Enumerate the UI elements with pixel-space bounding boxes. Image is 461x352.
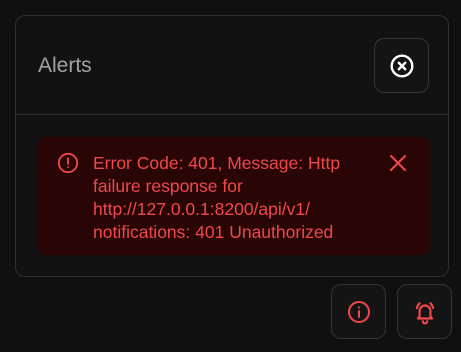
alert-message: Error Code: 401, Message: Http failure r… [93,153,341,242]
x-icon[interactable] [388,153,408,173]
info-icon [347,300,370,323]
error-alert: Error Code: 401, Message: Http failure r… [38,137,429,255]
info-button[interactable] [331,284,386,339]
panel-title: Alerts [38,54,92,77]
notifications-button[interactable] [397,284,452,339]
alert-circle-icon [57,152,79,174]
alerts-panel: Alerts Error Code: 401, Message: Http fa… [15,15,449,277]
close-panel-button[interactable] [374,38,429,93]
bell-ringing-icon [415,301,434,324]
alerts-panel-header: Alerts [16,16,448,115]
circle-x-icon [390,54,413,77]
